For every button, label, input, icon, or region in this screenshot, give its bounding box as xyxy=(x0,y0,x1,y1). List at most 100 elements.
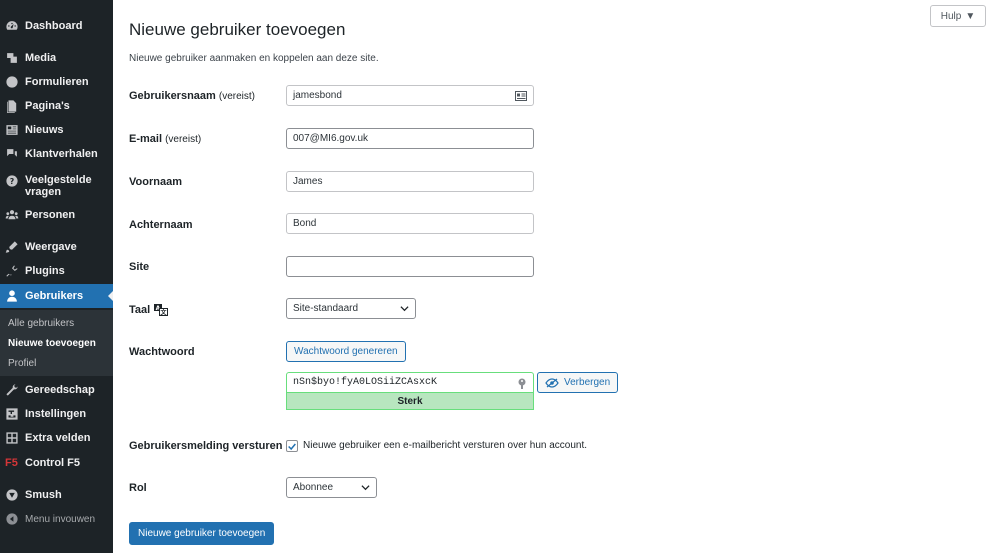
forms-icon xyxy=(5,75,19,89)
site-field[interactable] xyxy=(286,256,534,277)
notification-label: Gebruikersmelding versturen xyxy=(129,440,283,452)
sidebar-item-control-f5[interactable]: F5 Control F5 xyxy=(0,451,113,475)
email-field[interactable]: 007@MI6.gov.uk xyxy=(286,128,534,149)
submenu-item-profiel[interactable]: Profiel xyxy=(8,358,36,369)
language-select[interactable]: Site-standaard xyxy=(286,298,416,319)
hide-password-label: Verbergen xyxy=(564,377,611,388)
sidebar-item-formulieren[interactable]: Formulieren xyxy=(0,70,113,94)
page-title: Nieuwe gebruiker toevoegen xyxy=(129,20,346,39)
groups-icon xyxy=(5,208,19,222)
sidebar-item-label: Menu invouwen xyxy=(25,513,96,525)
sidebar-item-label: Formulieren xyxy=(25,76,89,88)
users-icon xyxy=(5,289,19,303)
email-label-text: E-mail xyxy=(129,133,163,145)
send-notification-checkbox[interactable] xyxy=(286,440,298,452)
question-icon: ? xyxy=(5,174,19,188)
password-strength-indicator: Sterk xyxy=(286,393,534,410)
submenu-item-alle-gebruikers[interactable]: Alle gebruikers xyxy=(8,318,74,329)
firstname-value: James xyxy=(293,176,323,187)
username-label: Gebruikersnaam (vereist) xyxy=(129,90,255,102)
page-description: Nieuwe gebruiker aanmaken en koppelen aa… xyxy=(129,53,379,64)
role-select[interactable]: Abonnee xyxy=(286,477,377,498)
sidebar-item-instellingen[interactable]: Instellingen xyxy=(0,402,113,426)
firstname-field[interactable]: James xyxy=(286,171,534,192)
language-label-text: Taal xyxy=(129,304,151,316)
plugins-icon xyxy=(5,264,19,278)
sidebar-item-personen[interactable]: Personen xyxy=(0,203,113,227)
sidebar-item-gereedschap[interactable]: Gereedschap xyxy=(0,378,113,402)
sidebar-item-dashboard[interactable]: Dashboard xyxy=(0,14,113,38)
lastname-label: Achternaam xyxy=(129,219,193,231)
media-icon xyxy=(5,51,19,65)
sidebar-item-label: Klantverhalen xyxy=(25,148,98,160)
sidebar-item-paginas[interactable]: Pagina's xyxy=(0,94,113,118)
translation-icon: A文 xyxy=(154,304,169,317)
sidebar-item-smush[interactable]: Smush xyxy=(0,483,113,507)
role-label: Rol xyxy=(129,482,147,494)
smush-icon xyxy=(5,488,19,502)
sidebar-item-weergave[interactable]: Weergave xyxy=(0,235,113,259)
required-note: (vereist) xyxy=(218,91,256,102)
submit-label: Nieuwe gebruiker toevoegen xyxy=(138,528,266,539)
sidebar-item-label: Veelgestelde vragen xyxy=(25,174,92,198)
testimonial-icon xyxy=(5,147,19,161)
collapse-menu-button[interactable]: Menu invouwen xyxy=(0,507,113,531)
key-icon xyxy=(518,378,526,389)
username-label-text: Gebruikersnaam xyxy=(129,90,216,102)
username-field[interactable]: jamesbond xyxy=(286,85,534,106)
users-submenu: Alle gebruikers Nieuwe toevoegen Profiel xyxy=(0,310,113,376)
sidebar-item-label: Extra velden xyxy=(25,432,91,444)
sidebar-item-label: Control F5 xyxy=(25,457,80,469)
chevron-down-icon xyxy=(361,485,370,491)
sidebar-item-plugins[interactable]: Plugins xyxy=(0,259,113,283)
help-button[interactable]: Hulp ▼ xyxy=(930,5,986,27)
contact-card-icon xyxy=(515,91,527,101)
sidebar-item-extra-velden[interactable]: Extra velden xyxy=(0,426,113,450)
tools-icon xyxy=(5,383,19,397)
sidebar-item-label: Media xyxy=(25,52,57,64)
generate-password-label: Wachtwoord genereren xyxy=(294,346,398,357)
checkmark-icon xyxy=(288,443,296,450)
sidebar-item-label: Gereedschap xyxy=(25,384,95,396)
sidebar-item-label: Personen xyxy=(25,209,76,221)
sidebar-item-media[interactable]: Media xyxy=(0,46,113,70)
add-user-submit-button[interactable]: Nieuwe gebruiker toevoegen xyxy=(129,522,275,545)
sidebar-item-klantverhalen[interactable]: Klantverhalen xyxy=(0,142,113,166)
lastname-field[interactable]: Bond xyxy=(286,213,534,234)
generate-password-button[interactable]: Wachtwoord genereren xyxy=(286,341,406,362)
pages-icon xyxy=(5,99,19,113)
notification-text: Nieuwe gebruiker een e-mailbericht verst… xyxy=(303,440,588,451)
hide-password-button[interactable]: Verbergen xyxy=(537,372,619,393)
sidebar-item-label: Nieuws xyxy=(25,124,64,136)
sidebar-item-veelgestelde-vragen[interactable]: ? Veelgestelde vragen xyxy=(0,170,113,202)
svg-text:?: ? xyxy=(10,177,14,186)
admin-sidebar: Dashboard Media Formulieren Pagina's Nie… xyxy=(0,0,113,553)
sidebar-item-label: Weergave xyxy=(25,241,77,253)
submenu-item-nieuwe-toevoegen[interactable]: Nieuwe toevoegen xyxy=(8,338,96,349)
collapse-icon xyxy=(5,512,19,526)
sidebar-item-label: Gebruikers xyxy=(25,290,84,302)
f5-logo: F5 xyxy=(5,457,18,469)
sidebar-item-gebruikers[interactable]: Gebruikers xyxy=(0,284,113,308)
eye-hidden-icon xyxy=(545,377,559,388)
language-label: Taal A文 xyxy=(129,304,169,317)
main-content: Hulp ▼ Nieuwe gebruiker toevoegen Nieuwe… xyxy=(113,0,1000,553)
caret-down-icon: ▼ xyxy=(965,10,976,22)
sidebar-item-label: Pagina's xyxy=(25,100,70,112)
password-input[interactable]: nSn$byo!fyA0LOSiiZCAsxcK xyxy=(286,372,534,393)
sidebar-item-label: Plugins xyxy=(25,265,65,277)
appearance-icon xyxy=(5,240,19,254)
settings-icon xyxy=(5,407,19,421)
sidebar-item-label: Instellingen xyxy=(25,408,87,420)
role-selected: Abonnee xyxy=(293,482,334,493)
chevron-down-icon xyxy=(400,306,409,312)
username-value: jamesbond xyxy=(293,90,342,101)
svg-text:文: 文 xyxy=(160,309,168,317)
sidebar-item-nieuws[interactable]: Nieuws xyxy=(0,118,113,142)
news-icon xyxy=(5,123,19,137)
dashboard-icon xyxy=(5,19,19,33)
sidebar-item-label: Dashboard xyxy=(25,20,83,32)
email-label: E-mail (vereist) xyxy=(129,133,201,145)
email-value: 007@MI6.gov.uk xyxy=(293,133,369,144)
sidebar-item-label: Smush xyxy=(25,489,62,501)
